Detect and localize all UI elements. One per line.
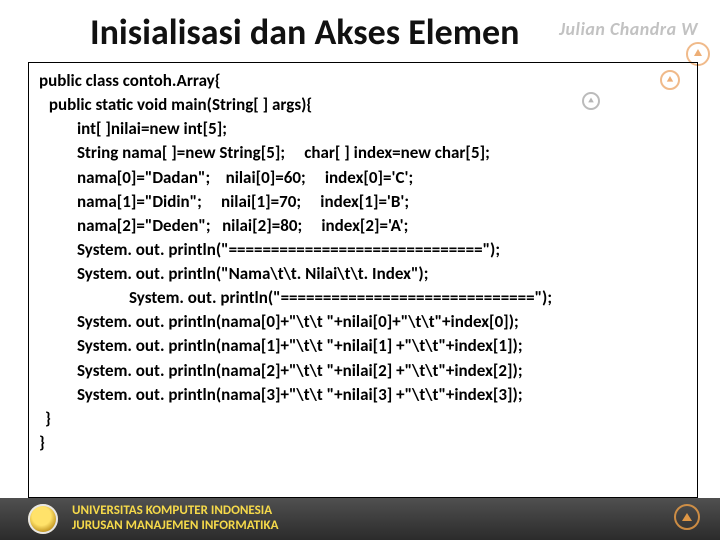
arrow-up-icon [674, 504, 700, 530]
code-line: System. out. println(nama[0]+"\t\t "+nil… [39, 310, 687, 334]
university-logo-icon [28, 504, 58, 534]
code-line: int[ ]nilai=new int[5]; [39, 117, 687, 141]
code-line: System. out. println("==================… [39, 286, 687, 310]
author-watermark: Julian Chandra W [559, 18, 698, 40]
footer-bar: UNIVERSITAS KOMPUTER INDONESIA JURUSAN M… [0, 498, 720, 540]
code-line: nama[1]="Didin"; nilai[1]=70; index[1]='… [39, 190, 687, 214]
code-line: System. out. println(nama[2]+"\t\t "+nil… [39, 359, 687, 383]
code-line: System. out. println("==================… [39, 238, 687, 262]
code-line: String nama[ ]=new String[5]; char[ ] in… [39, 141, 687, 165]
code-block: public class contoh.Array{ public static… [28, 62, 698, 498]
code-line: System. out. println(nama[1]+"\t\t "+nil… [39, 334, 687, 358]
footer-line-1: UNIVERSITAS KOMPUTER INDONESIA [72, 504, 279, 519]
slide: Julian Chandra W Inisialisasi dan Akses … [0, 0, 720, 540]
university-name: UNIVERSITAS KOMPUTER INDONESIA JURUSAN M… [72, 504, 279, 534]
code-line: } [39, 407, 687, 431]
code-line: nama[2]="Deden"; nilai[2]=80; index[2]='… [39, 214, 687, 238]
code-line: public class contoh.Array{ [39, 69, 687, 93]
code-line: public static void main(String[ ] args){ [39, 93, 687, 117]
slide-title: Inisialisasi dan Akses Elemen [90, 10, 519, 54]
footer-line-2: JURUSAN MANAJEMEN INFORMATIKA [72, 519, 279, 534]
code-line: System. out. println("Nama\t\t. Nilai\t\… [39, 262, 687, 286]
code-line: nama[0]="Dadan"; nilai[0]=60; index[0]='… [39, 166, 687, 190]
code-line: } [39, 431, 687, 455]
code-line: System. out. println(nama[3]+"\t\t "+nil… [39, 383, 687, 407]
